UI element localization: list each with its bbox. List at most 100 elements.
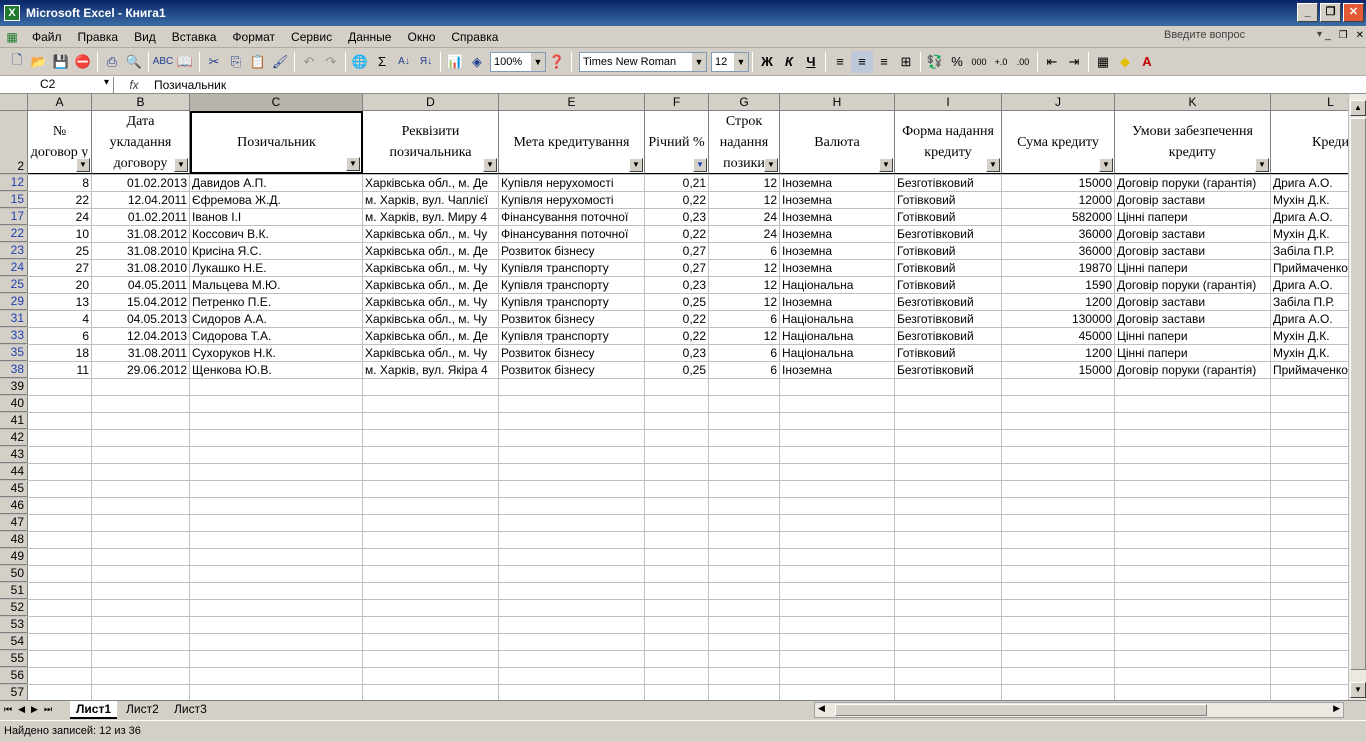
cell-d[interactable]: Харківська обл., м. Чу	[363, 226, 499, 242]
header-cell-k[interactable]: Умови забезпечення кредиту ▼	[1115, 111, 1271, 174]
cell-a[interactable]: 4	[28, 311, 92, 327]
cell-j[interactable]	[1002, 549, 1115, 565]
cell-j[interactable]	[1002, 651, 1115, 667]
cell-d[interactable]	[363, 413, 499, 429]
cell-i[interactable]	[895, 413, 1002, 429]
cell-j[interactable]	[1002, 532, 1115, 548]
cell-k[interactable]	[1115, 566, 1271, 582]
cell-h[interactable]	[780, 532, 895, 548]
cell-d[interactable]	[363, 396, 499, 412]
cell-f[interactable]	[645, 583, 709, 599]
row-header[interactable]: 40	[0, 396, 28, 412]
cell-i[interactable]: Безготівковий	[895, 294, 1002, 310]
cell-a[interactable]	[28, 396, 92, 412]
column-header-c[interactable]: C	[190, 94, 363, 111]
cell-g[interactable]	[709, 651, 780, 667]
cell-e[interactable]	[499, 549, 645, 565]
restore-button[interactable]: ❐	[1320, 3, 1341, 22]
cell-j[interactable]	[1002, 396, 1115, 412]
cell-c[interactable]: Петренко П.Е.	[190, 294, 363, 310]
cell-a[interactable]	[28, 447, 92, 463]
prev-sheet-icon[interactable]: ◀	[18, 704, 25, 715]
align-center-icon[interactable]: ≡	[851, 50, 873, 73]
cell-f[interactable]	[645, 532, 709, 548]
cell-f[interactable]	[645, 498, 709, 514]
cell-k[interactable]: Договір поруки (гарантія)	[1115, 362, 1271, 378]
cell-c[interactable]: Давидов А.П.	[190, 175, 363, 191]
cell-i[interactable]	[895, 481, 1002, 497]
row-header[interactable]: 25	[0, 277, 28, 293]
header-cell-b[interactable]: Дата укладання договору ▼	[92, 111, 190, 174]
cell-g[interactable]: 6	[709, 311, 780, 327]
increase-indent-icon[interactable]: ⇥	[1063, 51, 1085, 73]
cell-h[interactable]: Іноземна	[780, 362, 895, 378]
column-header-f[interactable]: F	[645, 94, 709, 111]
cell-b[interactable]	[92, 447, 190, 463]
cell-a[interactable]	[28, 549, 92, 565]
cell-h[interactable]: Іноземна	[780, 192, 895, 208]
cell-h[interactable]: Національна	[780, 311, 895, 327]
cell-g[interactable]: 12	[709, 192, 780, 208]
workbook-icon[interactable]: ▦	[0, 26, 24, 48]
cell-d[interactable]	[363, 583, 499, 599]
font-size-combo[interactable]: 12 ▼	[711, 51, 749, 72]
cell-l[interactable]	[1271, 515, 1348, 531]
cell-i[interactable]	[895, 617, 1002, 633]
cell-a[interactable]: 20	[28, 277, 92, 293]
close-button[interactable]: ✕	[1343, 3, 1364, 22]
header-cell-j[interactable]: Сума кредиту ▼	[1002, 111, 1115, 174]
cell-d[interactable]	[363, 430, 499, 446]
cell-h[interactable]	[780, 549, 895, 565]
cell-k[interactable]	[1115, 498, 1271, 514]
cell-k[interactable]	[1115, 668, 1271, 684]
cell-f[interactable]	[645, 549, 709, 565]
font-name-combo[interactable]: Times New Roman ▼	[579, 51, 707, 72]
column-header-j[interactable]: J	[1002, 94, 1115, 111]
cell-c[interactable]	[190, 668, 363, 684]
row-header[interactable]: 39	[0, 379, 28, 395]
row-header[interactable]: 24	[0, 260, 28, 276]
autofilter-dropdown-icon[interactable]: ▼	[693, 158, 707, 172]
copy-icon[interactable]: ⎘	[225, 51, 247, 73]
cell-e[interactable]	[499, 447, 645, 463]
row-header[interactable]: 22	[0, 226, 28, 242]
autofilter-dropdown-icon[interactable]: ▼	[986, 158, 1000, 172]
cell-l[interactable]	[1271, 549, 1348, 565]
header-cell-h[interactable]: Валюта ▼	[780, 111, 895, 174]
cell-f[interactable]	[645, 481, 709, 497]
cell-b[interactable]	[92, 396, 190, 412]
cell-c[interactable]	[190, 583, 363, 599]
cell-a[interactable]: 8	[28, 175, 92, 191]
fill-color-icon[interactable]: ◆	[1114, 51, 1136, 73]
cell-j[interactable]	[1002, 566, 1115, 582]
cell-i[interactable]	[895, 634, 1002, 650]
cell-g[interactable]	[709, 481, 780, 497]
chevron-down-icon[interactable]: ▼	[734, 52, 748, 71]
column-header-d[interactable]: D	[363, 94, 499, 111]
row-header[interactable]: 42	[0, 430, 28, 446]
cell-g[interactable]	[709, 549, 780, 565]
cell-d[interactable]: м. Харків, вул. Миру 4	[363, 209, 499, 225]
cell-j[interactable]	[1002, 617, 1115, 633]
cell-d[interactable]: м. Харків, вул. Якіра 4	[363, 362, 499, 378]
cell-a[interactable]	[28, 532, 92, 548]
cell-j[interactable]	[1002, 498, 1115, 514]
cell-d[interactable]	[363, 549, 499, 565]
paste-icon[interactable]: 📋	[247, 51, 269, 73]
autofilter-dropdown-icon[interactable]: ▼	[1255, 158, 1269, 172]
cell-h[interactable]	[780, 498, 895, 514]
cell-d[interactable]	[363, 566, 499, 582]
cell-d[interactable]: Харківська обл., м. Де	[363, 175, 499, 191]
cell-c[interactable]: Мальцева М.Ю.	[190, 277, 363, 293]
cell-h[interactable]: Іноземна	[780, 226, 895, 242]
cell-k[interactable]	[1115, 481, 1271, 497]
cell-h[interactable]: Іноземна	[780, 175, 895, 191]
cell-l[interactable]	[1271, 685, 1348, 700]
cell-a[interactable]: 11	[28, 362, 92, 378]
cell-k[interactable]: Договір застави	[1115, 294, 1271, 310]
cell-f[interactable]	[645, 515, 709, 531]
cell-k[interactable]	[1115, 617, 1271, 633]
cell-b[interactable]	[92, 685, 190, 700]
cell-i[interactable]: Безготівковий	[895, 362, 1002, 378]
cell-e[interactable]	[499, 379, 645, 395]
